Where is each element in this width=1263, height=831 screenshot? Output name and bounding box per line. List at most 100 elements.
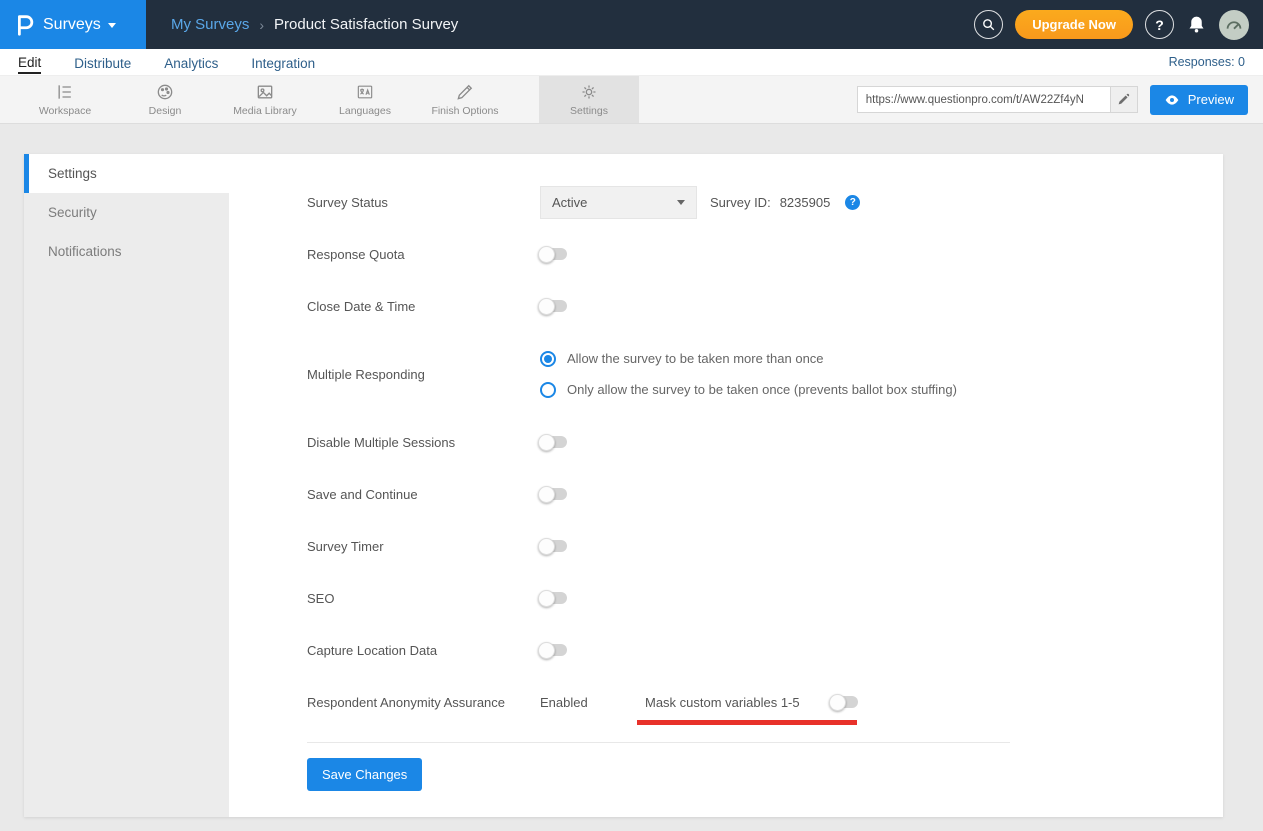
help-button[interactable]: ?	[1145, 10, 1174, 39]
form-row-capture-location: Capture Location Data	[307, 624, 1223, 676]
radio-allow-multiple[interactable]: Allow the survey to be taken more than o…	[540, 351, 957, 367]
preview-button[interactable]: Preview	[1150, 85, 1248, 115]
disable-sessions-toggle[interactable]	[540, 436, 567, 448]
disable-sessions-label: Disable Multiple Sessions	[307, 435, 540, 450]
multiple-responding-label: Multiple Responding	[307, 367, 540, 382]
multiple-responding-options: Allow the survey to be taken more than o…	[540, 351, 957, 398]
toggle-knob	[538, 538, 555, 555]
breadcrumb-survey-title: Product Satisfaction Survey	[274, 16, 458, 33]
radio-allow-once[interactable]: Only allow the survey to be taken once (…	[540, 382, 957, 398]
close-date-label: Close Date & Time	[307, 299, 540, 314]
save-changes-button[interactable]: Save Changes	[307, 758, 422, 791]
survey-url-text[interactable]: https://www.questionpro.com/t/AW22Zf4yN	[858, 94, 1110, 106]
toolbar-item-languages[interactable]: Languages	[315, 76, 415, 123]
seo-toggle[interactable]	[540, 592, 567, 604]
radio-label: Only allow the survey to be taken once (…	[567, 382, 957, 397]
workspace-icon	[55, 82, 75, 102]
tab-distribute[interactable]: Distribute	[74, 52, 131, 73]
mask-variables-label: Mask custom variables 1-5	[645, 695, 800, 710]
search-icon	[981, 17, 996, 32]
form-row-multiple-responding: Multiple Responding Allow the survey to …	[307, 332, 1223, 416]
sidebar-item-security[interactable]: Security	[24, 193, 229, 232]
settings-card: Settings Security Notifications Survey S…	[24, 154, 1223, 817]
product-label: Surveys	[43, 16, 101, 34]
radio-label: Allow the survey to be taken more than o…	[567, 351, 824, 366]
survey-status-help-icon[interactable]: ?	[845, 195, 860, 210]
edit-url-button[interactable]	[1110, 87, 1137, 112]
toggle-knob	[538, 434, 555, 451]
toolbar-item-workspace[interactable]: Workspace	[15, 76, 115, 123]
sidebar-item-settings[interactable]: Settings	[24, 154, 229, 193]
toolbar-item-design[interactable]: Design	[115, 76, 215, 123]
response-quota-toggle[interactable]	[540, 248, 567, 260]
capture-location-toggle[interactable]	[540, 644, 567, 656]
form-row-survey-status: Survey Status Active Survey ID: 8235905 …	[307, 176, 1223, 228]
chevron-down-icon	[677, 200, 685, 205]
form-row-anonymity: Respondent Anonymity Assurance Enabled M…	[307, 676, 1223, 728]
palette-icon	[155, 82, 175, 102]
product-switcher[interactable]: Surveys	[0, 0, 146, 49]
responses-count[interactable]: Responses: 0	[1169, 55, 1245, 69]
settings-sidebar: Settings Security Notifications	[24, 154, 229, 817]
preview-label: Preview	[1188, 92, 1234, 107]
notifications-button[interactable]	[1186, 14, 1207, 35]
radio-selected-icon	[540, 351, 556, 367]
radio-unselected-icon	[540, 382, 556, 398]
form-row-disable-sessions: Disable Multiple Sessions	[307, 416, 1223, 468]
survey-url-field[interactable]: https://www.questionpro.com/t/AW22Zf4yN	[857, 86, 1138, 113]
response-quota-label: Response Quota	[307, 247, 540, 262]
capture-location-label: Capture Location Data	[307, 643, 540, 658]
gear-icon	[579, 82, 599, 102]
breadcrumb-my-surveys[interactable]: My Surveys	[171, 16, 249, 33]
survey-status-label: Survey Status	[307, 195, 540, 210]
toolbar-item-label: Settings	[570, 105, 608, 117]
toolbar-item-label: Workspace	[39, 105, 91, 117]
questionpro-logo-icon	[12, 13, 36, 37]
avatar[interactable]	[1219, 10, 1249, 40]
survey-timer-toggle[interactable]	[540, 540, 567, 552]
survey-id-label: Survey ID:	[710, 195, 771, 210]
breadcrumb: My Surveys › Product Satisfaction Survey	[171, 16, 458, 33]
image-icon	[255, 82, 275, 102]
pencil-icon	[455, 82, 475, 102]
form-divider	[307, 742, 1010, 743]
pencil-icon	[1117, 93, 1130, 106]
tab-edit[interactable]: Edit	[18, 51, 41, 74]
toolbar-right: https://www.questionpro.com/t/AW22Zf4yN …	[857, 76, 1263, 123]
settings-form: Survey Status Active Survey ID: 8235905 …	[229, 154, 1223, 817]
save-continue-toggle[interactable]	[540, 488, 567, 500]
seo-label: SEO	[307, 591, 540, 606]
upgrade-now-button[interactable]: Upgrade Now	[1015, 10, 1133, 39]
close-date-toggle[interactable]	[540, 300, 567, 312]
survey-nav: Edit Distribute Analytics Integration Re…	[0, 49, 1263, 76]
toolbar-item-label: Languages	[339, 105, 391, 117]
topbar-actions: Upgrade Now ?	[974, 10, 1263, 40]
mask-variables-toggle[interactable]	[831, 696, 858, 708]
question-mark-icon: ?	[1155, 17, 1164, 33]
toolbar-item-media-library[interactable]: Media Library	[215, 76, 315, 123]
tab-integration[interactable]: Integration	[251, 52, 315, 73]
toolbar-item-settings[interactable]: Settings	[539, 76, 639, 123]
toggle-knob	[538, 246, 555, 263]
tab-analytics[interactable]: Analytics	[164, 52, 218, 73]
form-row-close-date: Close Date & Time	[307, 280, 1223, 332]
search-button[interactable]	[974, 10, 1003, 39]
save-continue-label: Save and Continue	[307, 487, 540, 502]
survey-id-value: 8235905	[780, 195, 831, 210]
top-bar: Surveys My Surveys › Product Satisfactio…	[0, 0, 1263, 49]
sidebar-item-notifications[interactable]: Notifications	[24, 232, 229, 271]
survey-timer-label: Survey Timer	[307, 539, 540, 554]
red-underline-annotation	[637, 720, 857, 725]
main-area: Settings Security Notifications Survey S…	[0, 124, 1263, 831]
survey-status-dropdown[interactable]: Active	[540, 186, 697, 219]
survey-status-value: Active	[552, 195, 587, 210]
toggle-knob	[538, 486, 555, 503]
form-row-save-continue: Save and Continue	[307, 468, 1223, 520]
eye-icon	[1164, 92, 1180, 108]
breadcrumb-separator: ›	[259, 17, 264, 33]
toolbar-item-finish-options[interactable]: Finish Options	[415, 76, 515, 123]
toolbar-item-label: Finish Options	[431, 105, 498, 117]
toggle-knob	[538, 642, 555, 659]
translate-icon	[355, 82, 375, 102]
toolbar-item-label: Media Library	[233, 105, 297, 117]
